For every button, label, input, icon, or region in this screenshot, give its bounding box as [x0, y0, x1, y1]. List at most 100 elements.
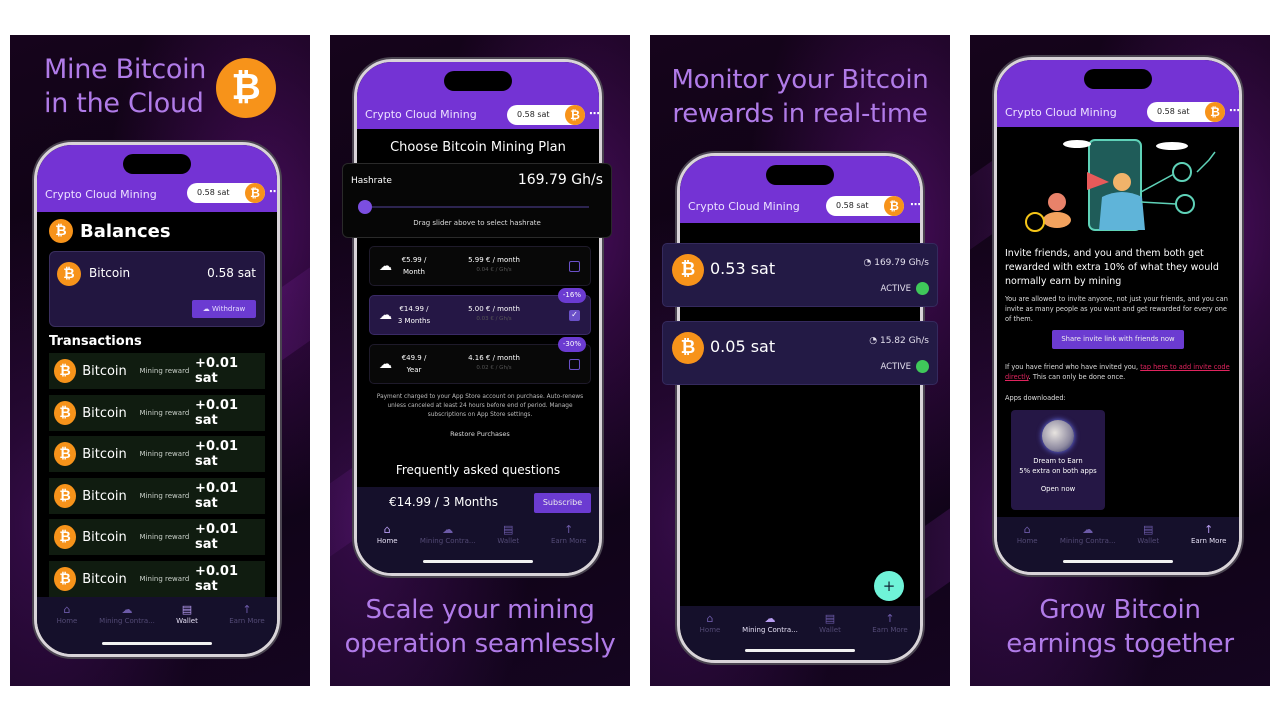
- headline: Grow Bitcoin earnings together: [970, 593, 1270, 661]
- nav-earn-more[interactable]: ↑ Earn More: [539, 523, 600, 573]
- plan-checkbox[interactable]: [569, 359, 580, 370]
- more-icon[interactable]: ⋯: [910, 198, 920, 211]
- mining-contract-card[interactable]: ₿ 0.53 sat ◔ 169.79 Gh/s ACTIVE: [662, 243, 938, 307]
- tx-type: Mining reward: [139, 367, 190, 375]
- nav-home[interactable]: ⌂ Home: [37, 603, 97, 654]
- nav-mining-contracts[interactable]: ☁ Mining Contra...: [740, 612, 800, 660]
- sat-balance-badge[interactable]: 0.58 sat ₿: [507, 105, 585, 125]
- nav-earn-more[interactable]: ↑ Earn More: [1179, 523, 1240, 572]
- cloud-icon: ☁: [121, 603, 133, 616]
- cloud-icon: ☁: [442, 523, 454, 536]
- cloud-icon: [1156, 142, 1188, 150]
- connector-line: [1140, 201, 1177, 205]
- transaction-row[interactable]: ₿ Bitcoin Mining reward +0.01 sat: [49, 436, 265, 472]
- add-contract-button[interactable]: +: [874, 571, 904, 601]
- share-invite-button[interactable]: Share invite link with friends now: [1052, 330, 1184, 349]
- arrow-up-icon: ↑: [1204, 523, 1214, 536]
- nav-label: Home: [56, 617, 78, 625]
- nav-wallet[interactable]: ▤ Wallet: [157, 603, 217, 654]
- bitcoin-icon: ₿: [49, 219, 73, 243]
- more-icon[interactable]: ⋯: [269, 185, 277, 198]
- transaction-row[interactable]: ₿ Bitcoin Mining reward +0.01 sat: [49, 478, 265, 514]
- contract-status: ACTIVE: [881, 360, 929, 373]
- tx-amount: +0.01 sat: [195, 356, 239, 386]
- hashrate-slider-track[interactable]: [365, 206, 589, 208]
- restore-purchases-link[interactable]: Restore Purchases: [369, 430, 591, 439]
- headline: Scale your mining operation seamlessly: [330, 593, 630, 661]
- arrow-up-icon: ↑: [242, 603, 252, 616]
- sat-balance-badge[interactable]: 0.58 sat ₿: [1147, 102, 1225, 122]
- nav-earn-more[interactable]: ↑ Earn More: [217, 603, 277, 654]
- per-unit-price: 0.04 € / Gh/s: [476, 267, 512, 273]
- partner-app-card[interactable]: Dream to Earn 5% extra on both apps Open…: [1011, 410, 1105, 510]
- slider-hint: Drag slider above to select hashrate: [413, 219, 541, 227]
- hashrate-slider-knob[interactable]: [358, 200, 372, 214]
- home-icon: ⌂: [706, 612, 714, 625]
- home-indicator: [1063, 560, 1173, 563]
- transactions-title: Transactions: [49, 334, 142, 349]
- price-period: 3 Months: [397, 317, 431, 325]
- nav-label: Earn More: [872, 626, 908, 634]
- partner-app-name: Dream to Earn: [1033, 457, 1083, 465]
- home-indicator: [102, 642, 212, 645]
- coin-icon: [1025, 212, 1045, 232]
- dynamic-island: [444, 71, 512, 91]
- plan-checkbox[interactable]: [569, 261, 580, 272]
- nav-mining-contracts[interactable]: ☁ Mining Contra...: [97, 603, 157, 654]
- arrow-up-icon: ↑: [885, 612, 895, 625]
- tx-coin: Bitcoin: [82, 363, 127, 379]
- home-icon: ⌂: [1023, 523, 1031, 536]
- more-icon[interactable]: ⋯: [1229, 104, 1239, 117]
- nav-earn-more[interactable]: ↑ Earn More: [860, 612, 920, 660]
- sat-balance-badge[interactable]: 0.58 sat ₿: [826, 196, 904, 216]
- bitcoin-icon: ₿: [245, 183, 265, 203]
- nav-wallet[interactable]: ▤ Wallet: [800, 612, 860, 660]
- per-month-price: 4.16 € / month: [468, 354, 520, 362]
- balance-amount: 0.58 sat: [207, 266, 256, 280]
- plan-option[interactable]: ☁ €5.99 / Month 5.99 € / month 0.04 € / G…: [369, 246, 591, 286]
- per-month-price: 5.00 € / month: [468, 305, 520, 313]
- hashrate-text: 15.82 Gh/s: [879, 336, 929, 346]
- sat-balance-text: 0.58 sat: [836, 201, 869, 210]
- plan-checkbox-checked[interactable]: ✓: [569, 310, 580, 321]
- mining-contract-card[interactable]: ₿ 0.05 sat ◔ 15.82 Gh/s ACTIVE: [662, 321, 938, 385]
- nav-mining-contracts[interactable]: ☁ Mining Contra...: [1058, 523, 1119, 572]
- nav-home[interactable]: ⌂ Home: [357, 523, 418, 573]
- withdraw-button[interactable]: ☁ Withdraw: [192, 300, 256, 318]
- bitcoin-balance-card[interactable]: ₿ Bitcoin 0.58 sat ☁ Withdraw: [49, 251, 265, 327]
- subscribe-bar: €14.99 / 3 Months Subscribe: [357, 487, 599, 517]
- sat-balance-badge[interactable]: 0.58 sat ₿: [187, 183, 265, 203]
- faq-title[interactable]: Frequently asked questions: [357, 463, 599, 477]
- transaction-row[interactable]: ₿ Bitcoin Mining reward +0.01 sat: [49, 353, 265, 389]
- hashrate-text: 169.79 Gh/s: [874, 258, 929, 268]
- tx-amount: +0.01 sat: [195, 398, 239, 428]
- nav-wallet[interactable]: ▤ Wallet: [478, 523, 539, 573]
- transaction-row[interactable]: ₿ Bitcoin Mining reward +0.01 sat: [49, 395, 265, 431]
- app-bar: Crypto Cloud Mining 0.58 sat ₿ ⋯: [680, 156, 920, 223]
- plan-option[interactable]: ☁ €14.99 / 3 Months 5.00 € / month 0.03 €…: [369, 288, 591, 335]
- wallet-icon: ▤: [181, 603, 193, 616]
- nav-label: Home: [1016, 537, 1038, 545]
- price-line: €14.99 /: [399, 305, 429, 313]
- subscribe-button[interactable]: Subscribe: [534, 493, 591, 513]
- tx-amount: +0.01 sat: [195, 522, 239, 552]
- phone-frame: Crypto Cloud Mining 0.58 sat ₿ ⋯ Invite …: [994, 57, 1242, 575]
- transaction-row[interactable]: ₿ Bitcoin Mining reward +0.01 sat: [49, 519, 265, 555]
- plan-option[interactable]: ☁ €49.9 / Year 4.16 € / month 0.02 € / Gh…: [369, 337, 591, 384]
- home-indicator: [745, 649, 855, 652]
- nav-home[interactable]: ⌂ Home: [680, 612, 740, 660]
- open-app-button[interactable]: Open now: [1011, 484, 1105, 494]
- nav-mining-contracts[interactable]: ☁ Mining Contra...: [418, 523, 479, 573]
- hashrate-value: 169.79 Gh/s: [517, 172, 603, 188]
- coin-stack: [1043, 212, 1071, 228]
- user-icon: [1175, 194, 1195, 214]
- nav-wallet[interactable]: ▤ Wallet: [1118, 523, 1179, 572]
- tx-amount: +0.01 sat: [195, 481, 239, 511]
- tx-coin: Bitcoin: [82, 571, 127, 587]
- nav-home[interactable]: ⌂ Home: [997, 523, 1058, 572]
- speedometer-icon: ◔: [863, 258, 875, 268]
- more-icon[interactable]: ⋯: [589, 107, 599, 120]
- transaction-row[interactable]: ₿ Bitcoin Mining reward +0.01 sat: [49, 561, 265, 597]
- arrow-up-icon: ↑: [564, 523, 574, 536]
- nav-label: Home: [699, 626, 721, 634]
